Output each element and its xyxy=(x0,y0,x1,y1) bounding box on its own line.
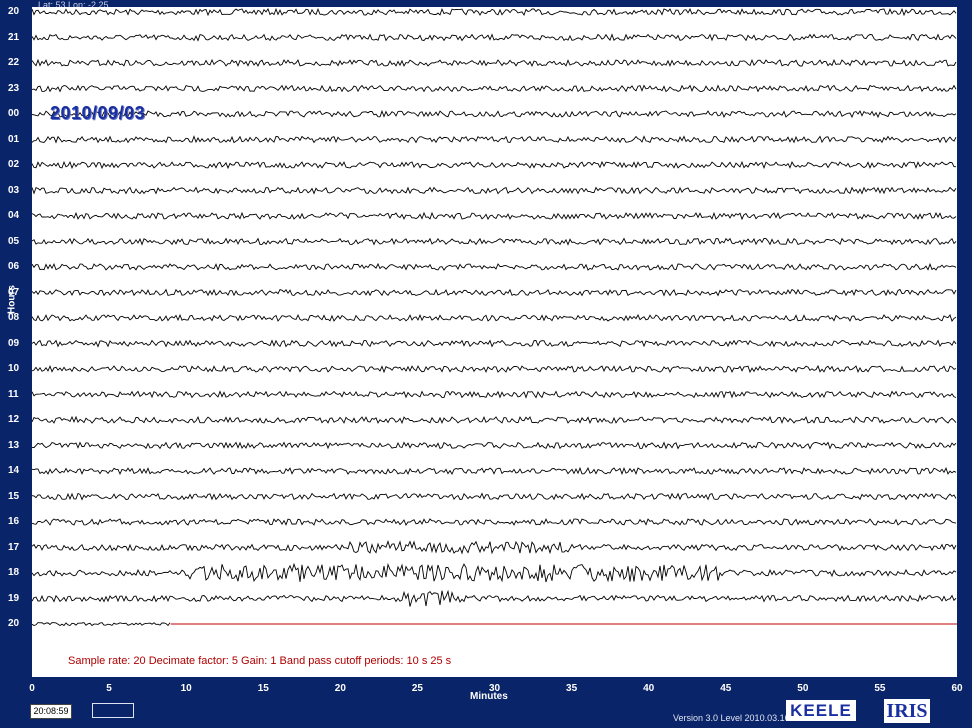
hour-label: 00 xyxy=(8,108,20,119)
trace-line xyxy=(32,186,957,195)
trace-line xyxy=(32,58,957,68)
trace-line xyxy=(32,492,957,501)
trace-line xyxy=(32,33,957,42)
x-tick-label: 25 xyxy=(411,683,423,694)
hour-label: 01 xyxy=(8,133,20,145)
trace-line xyxy=(32,237,957,246)
hour-label: 23 xyxy=(8,82,20,94)
hour-label: 05 xyxy=(8,235,20,247)
hour-label: 07 xyxy=(8,286,20,298)
hour-label: 04 xyxy=(8,210,20,221)
x-tick-label: 40 xyxy=(643,683,655,694)
hour-label: 08 xyxy=(8,312,20,323)
trace-line xyxy=(32,589,957,607)
trace-line xyxy=(32,160,956,170)
keele-logo: KEELE xyxy=(786,700,856,721)
hour-label: 09 xyxy=(8,337,20,349)
processing-info: Sample rate: 20 Decimate factor: 5 Gain:… xyxy=(68,655,452,667)
iris-logo: IRIS xyxy=(884,699,930,723)
hour-label: 12 xyxy=(8,414,20,425)
hour-label: 20 xyxy=(8,618,20,629)
x-tick-label: 55 xyxy=(874,683,886,694)
x-tick-label: 45 xyxy=(720,683,732,694)
x-tick-label: 10 xyxy=(180,683,192,694)
hour-label: 03 xyxy=(8,184,20,196)
version-text: Version 3.0 Level 2010.03.16 xyxy=(673,713,790,723)
x-tick-label: 20 xyxy=(334,683,346,694)
hour-label: 15 xyxy=(8,490,20,502)
trace-line xyxy=(32,466,957,476)
status-box[interactable] xyxy=(92,703,134,718)
date-label: 2010/09/03 xyxy=(50,103,146,123)
trace-line xyxy=(32,415,957,425)
trace-line xyxy=(32,84,957,93)
hour-label: 18 xyxy=(8,567,20,578)
hour-label: 10 xyxy=(8,363,20,374)
seismogram-traces xyxy=(32,7,957,627)
trace-line xyxy=(32,518,957,526)
x-tick-label: 60 xyxy=(951,683,963,694)
trace-line xyxy=(32,262,957,272)
trace-line xyxy=(32,135,957,144)
trace-line xyxy=(32,211,957,221)
x-tick-label: 35 xyxy=(566,683,578,694)
hour-label: 17 xyxy=(8,541,20,553)
hour-label: 22 xyxy=(8,57,20,68)
current-time-field[interactable]: 20:08:59 xyxy=(30,704,72,719)
hour-label: 11 xyxy=(8,388,19,400)
hour-label: 19 xyxy=(8,592,20,604)
hour-label: 02 xyxy=(8,159,20,170)
x-tick-label: 50 xyxy=(797,683,809,694)
hour-label: 21 xyxy=(8,31,20,43)
hour-label: 20 xyxy=(8,6,20,17)
hour-label: 13 xyxy=(8,439,20,451)
trace-line xyxy=(32,540,957,555)
trace-line xyxy=(32,364,957,374)
trace-line xyxy=(32,390,957,399)
trace-line xyxy=(32,109,957,119)
trace-line xyxy=(32,441,957,450)
trace-line xyxy=(32,622,171,627)
seismogram-window: Lat: 53 Lon: -2.25 Hours 20 21 22 23 00 01 02 0… xyxy=(0,0,972,728)
x-tick-label: 5 xyxy=(106,683,112,694)
trace-line xyxy=(32,7,957,17)
x-tick-label: 0 xyxy=(29,683,35,694)
hour-label: 14 xyxy=(8,465,20,476)
hour-label: 06 xyxy=(8,261,20,272)
trace-line xyxy=(32,339,957,348)
x-tick-label: 15 xyxy=(257,683,269,694)
trace-line xyxy=(32,562,957,583)
trace-line xyxy=(32,288,957,297)
x-axis-label: Minutes xyxy=(470,691,508,702)
hour-label: 16 xyxy=(8,516,20,527)
trace-line xyxy=(32,313,957,322)
